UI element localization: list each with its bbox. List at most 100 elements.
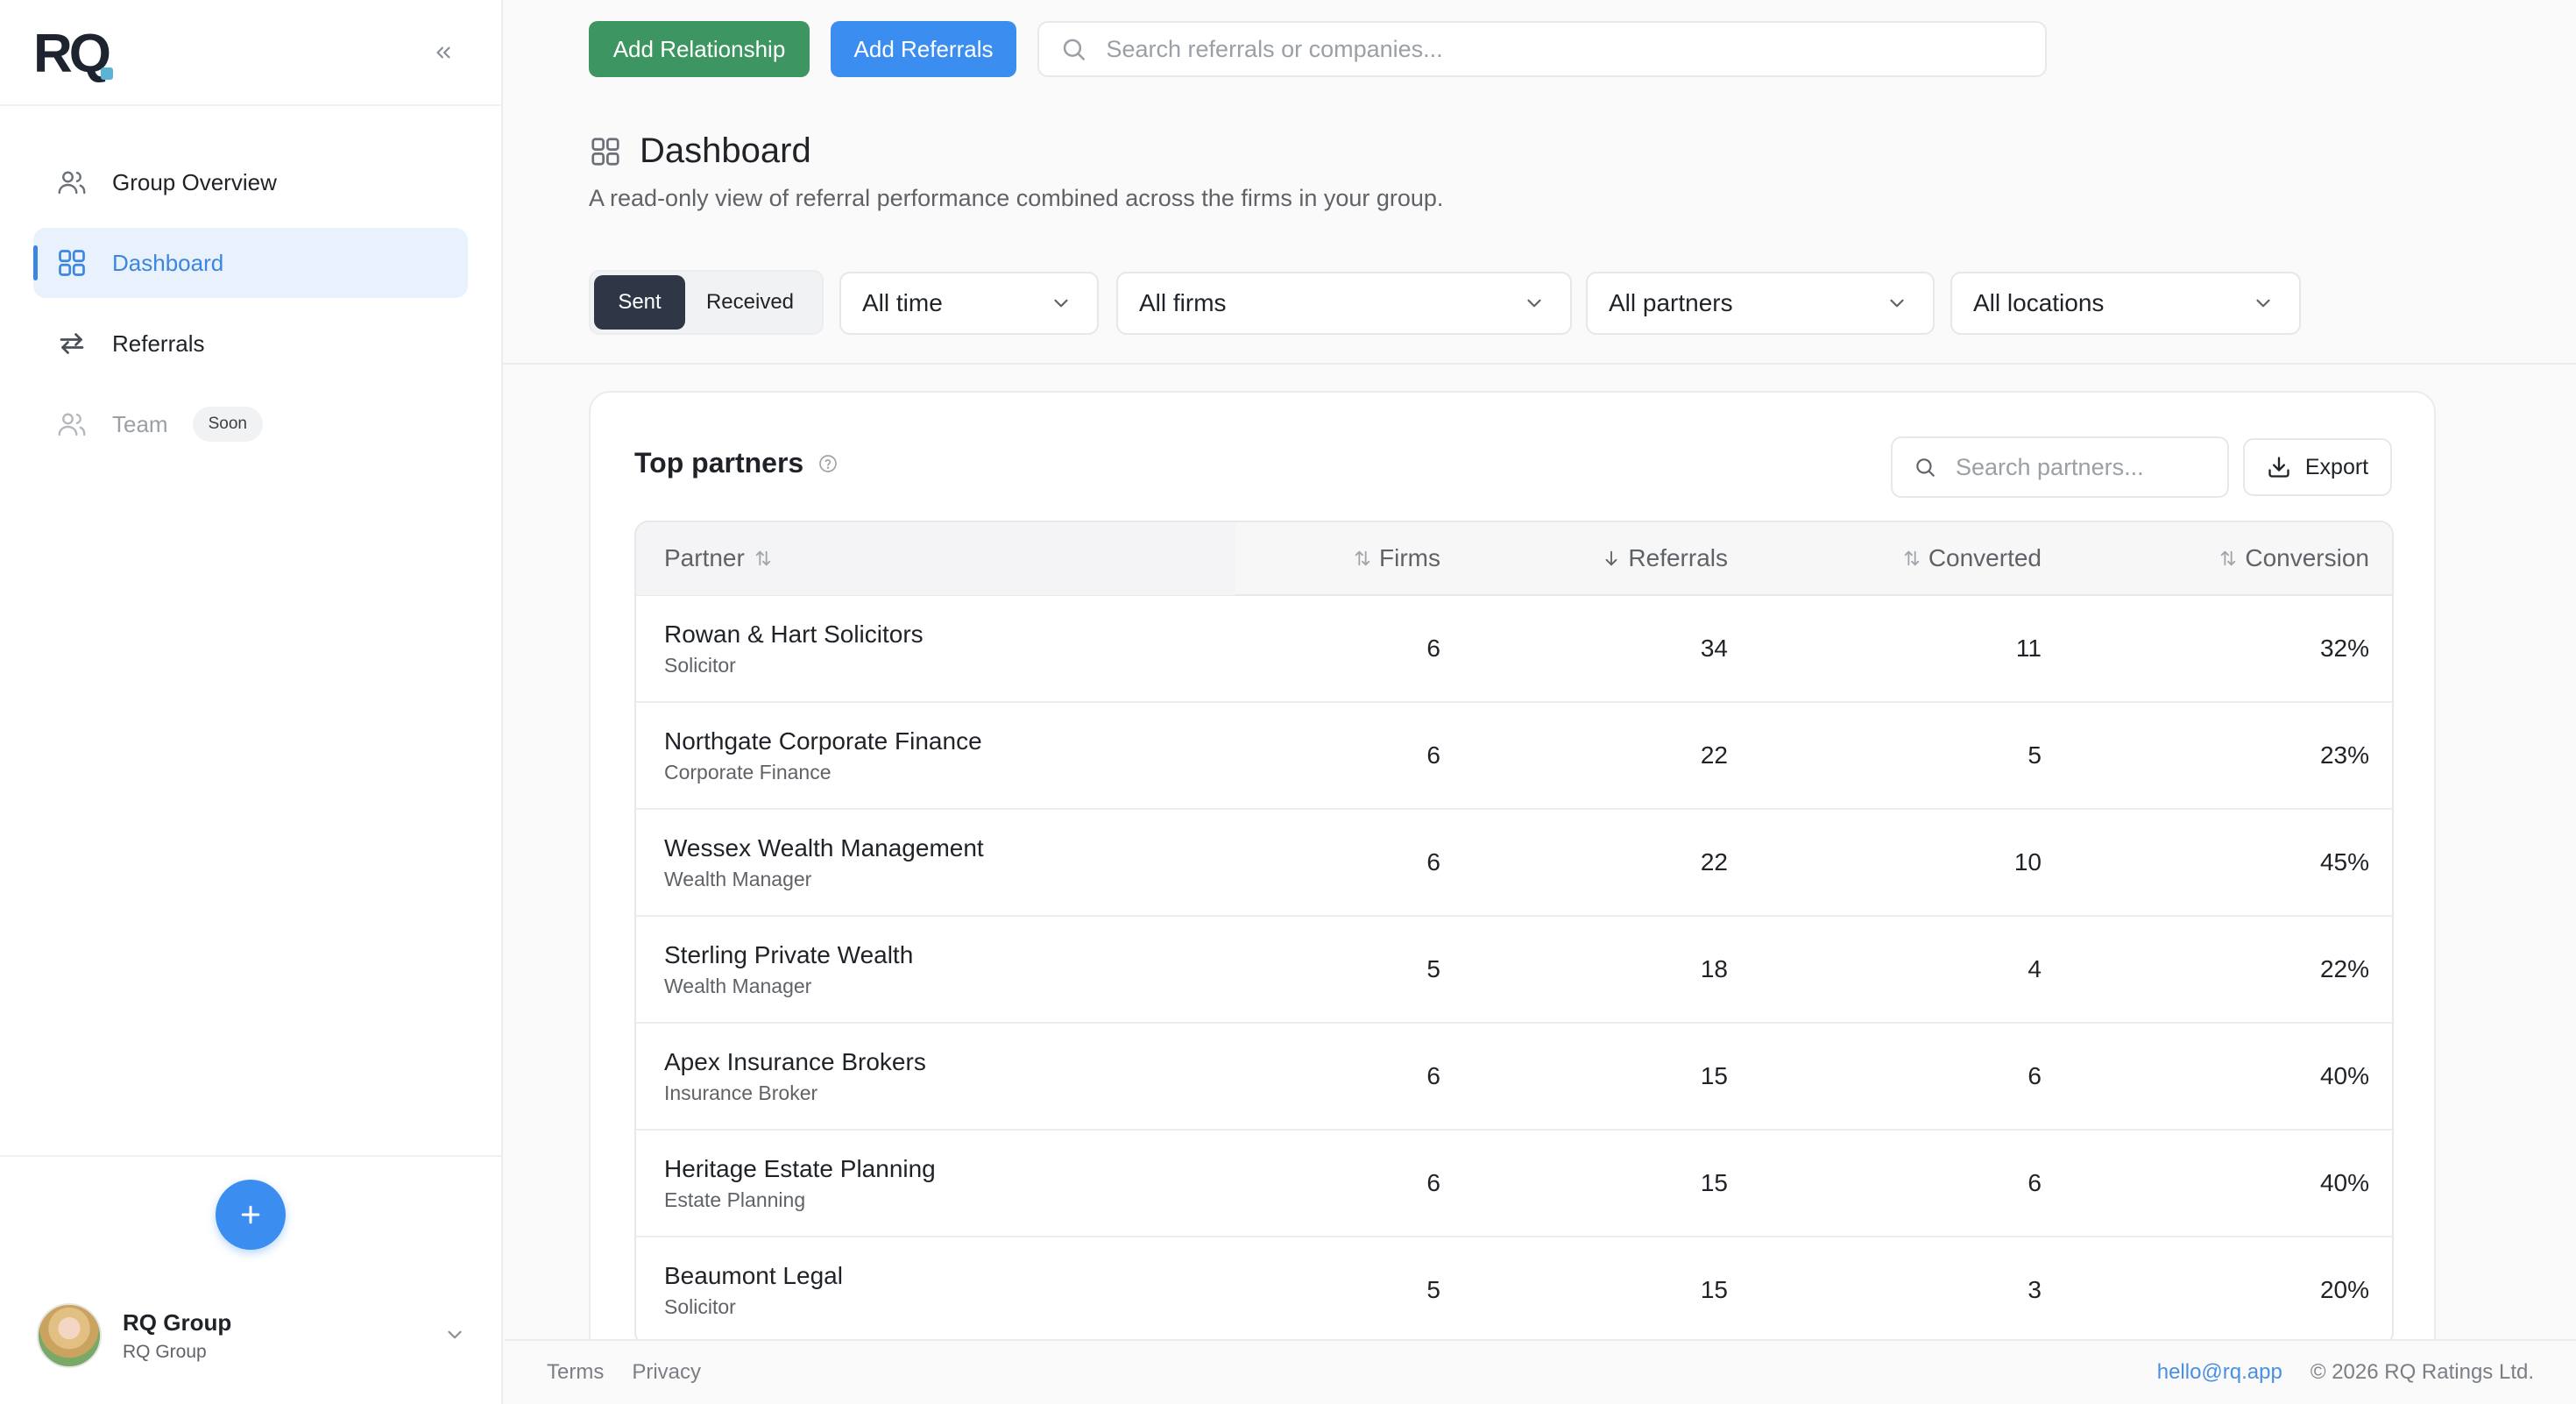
sidebar-item-team: Team Soon [33, 389, 468, 459]
table-row[interactable]: Northgate Corporate Finance Corporate Fin… [636, 703, 2392, 810]
add-referrals-button[interactable]: Add Referrals [831, 21, 1016, 77]
column-label: Conversion [2245, 544, 2369, 571]
firms-filter-select[interactable]: All firms [1116, 272, 1572, 335]
chevron-down-icon [1527, 299, 1541, 308]
global-search-input[interactable] [1106, 35, 2045, 63]
firms-cell: 6 [1426, 848, 1440, 876]
table-row[interactable]: Apex Insurance Brokers Insurance Broker 6… [636, 1024, 2392, 1131]
firms-cell: 6 [1426, 1062, 1440, 1089]
partner-type: Solicitor [664, 653, 736, 677]
converted-cell: 6 [2028, 1169, 2042, 1196]
firms-cell: 5 [1426, 955, 1440, 982]
partner-name: Wessex Wealth Management [664, 833, 984, 862]
copyright-text: © 2026 RQ Ratings Ltd. [2310, 1360, 2534, 1384]
partners-filter-select[interactable]: All partners [1586, 272, 1935, 335]
sidebar-item-label: Referrals [112, 330, 205, 357]
arrows-swap-icon [60, 333, 84, 354]
converted-cell: 4 [2028, 955, 2042, 982]
column-label: Partner [664, 544, 745, 571]
user-menu[interactable]: RQ Group RQ Group [37, 1302, 466, 1369]
divider [503, 363, 2576, 365]
add-button[interactable] [216, 1180, 286, 1250]
column-header-partner[interactable]: Partner [636, 522, 1235, 595]
table-row[interactable]: Beaumont Legal Solicitor 5 15 3 20% [636, 1237, 2392, 1344]
column-label: Referrals [1628, 544, 1728, 571]
converted-cell: 6 [2028, 1062, 2042, 1089]
time-filter-select[interactable]: All time [839, 272, 1099, 335]
sent-toggle-button[interactable]: Sent [594, 275, 685, 330]
column-label: Converted [1928, 544, 2042, 571]
chevron-down-icon [448, 1330, 462, 1339]
table-row[interactable]: Wessex Wealth Management Wealth Manager 6… [636, 810, 2392, 917]
column-header-conversion[interactable]: Conversion [2042, 544, 2369, 572]
partner-name: Rowan & Hart Solicitors [664, 620, 924, 648]
users-icon [58, 171, 86, 195]
contact-email-link[interactable]: hello@rq.app [2157, 1360, 2282, 1385]
partner-search[interactable] [1891, 436, 2229, 498]
card-title-text: Top partners [634, 447, 804, 479]
partner-search-input[interactable] [1955, 453, 2227, 481]
table-row[interactable]: Sterling Private Wealth Wealth Manager 5 … [636, 917, 2392, 1024]
conversion-cell: 32% [2319, 635, 2369, 662]
referrals-cell: 18 [1700, 955, 1728, 982]
column-label: Firms [1379, 544, 1440, 571]
table-row[interactable]: Rowan & Hart Solicitors Solicitor 6 34 11… [636, 596, 2392, 703]
top-partners-table: Partner Firms Referrals Converted Conver… [634, 521, 2394, 1346]
collapse-sidebar-button[interactable] [428, 37, 459, 68]
conversion-cell: 20% [2319, 1276, 2369, 1303]
partner-name: Northgate Corporate Finance [664, 727, 982, 755]
top-partners-title: Top partners [634, 447, 839, 479]
sort-icon [755, 550, 771, 566]
locations-filter-select[interactable]: All locations [1950, 272, 2301, 335]
sort-icon [2221, 550, 2236, 566]
help-icon[interactable] [817, 453, 839, 474]
chevron-down-icon [2256, 299, 2270, 308]
global-search[interactable] [1037, 21, 2047, 77]
search-icon [1916, 458, 1935, 477]
referrals-cell: 15 [1700, 1276, 1728, 1303]
column-header-firms[interactable]: Firms [1235, 544, 1440, 572]
sidebar-item-group-overview[interactable]: Group Overview [33, 147, 468, 217]
privacy-link[interactable]: Privacy [632, 1360, 701, 1385]
download-icon [2268, 457, 2289, 478]
partner-name: Heritage Estate Planning [664, 1154, 936, 1182]
firms-cell: 6 [1426, 635, 1440, 662]
partner-name: Sterling Private Wealth [664, 940, 914, 968]
conversion-cell: 23% [2319, 741, 2369, 769]
partner-name: Apex Insurance Brokers [664, 1047, 926, 1075]
column-header-referrals[interactable]: Referrals [1440, 544, 1728, 572]
referrals-cell: 22 [1700, 848, 1728, 876]
logo[interactable]: RQ [33, 24, 113, 84]
sidebar-footer: RQ Group RQ Group [0, 1155, 501, 1404]
sort-icon [1355, 550, 1370, 566]
grid-icon [59, 250, 85, 276]
sidebar-item-label: Group Overview [112, 168, 277, 195]
chevron-down-icon [1890, 299, 1904, 308]
plus-icon [241, 1205, 260, 1224]
logo-row: RQ [0, 0, 501, 106]
partners-filter-value: All partners [1609, 289, 1733, 316]
sidebar-item-referrals[interactable]: Referrals [33, 308, 468, 379]
sidebar-item-dashboard[interactable]: Dashboard [33, 228, 468, 298]
conversion-cell: 40% [2319, 1062, 2369, 1089]
locations-filter-value: All locations [1973, 289, 2105, 316]
page-header: Dashboard A read-only view of referral p… [589, 131, 1443, 212]
partner-type: Wealth Manager [664, 974, 812, 997]
partner-type: Estate Planning [664, 1188, 806, 1211]
terms-link[interactable]: Terms [547, 1360, 604, 1385]
time-filter-value: All time [862, 289, 943, 316]
converted-cell: 3 [2028, 1276, 2042, 1303]
partner-name: Beaumont Legal [664, 1261, 843, 1289]
firms-filter-value: All firms [1139, 289, 1227, 316]
table-header: Partner Firms Referrals Converted Conver… [636, 522, 2392, 596]
export-button[interactable]: Export [2243, 438, 2392, 496]
add-relationship-button[interactable]: Add Relationship [589, 21, 810, 77]
top-partners-card: Top partners Export Partner Firms Referr… [589, 391, 2436, 1404]
soon-badge: Soon [192, 407, 263, 442]
table-row[interactable]: Heritage Estate Planning Estate Planning … [636, 1131, 2392, 1237]
avatar [37, 1303, 102, 1368]
column-header-converted[interactable]: Converted [1728, 544, 2042, 572]
firms-cell: 6 [1426, 1169, 1440, 1196]
conversion-cell: 45% [2319, 848, 2369, 876]
received-toggle-button[interactable]: Received [685, 275, 815, 330]
